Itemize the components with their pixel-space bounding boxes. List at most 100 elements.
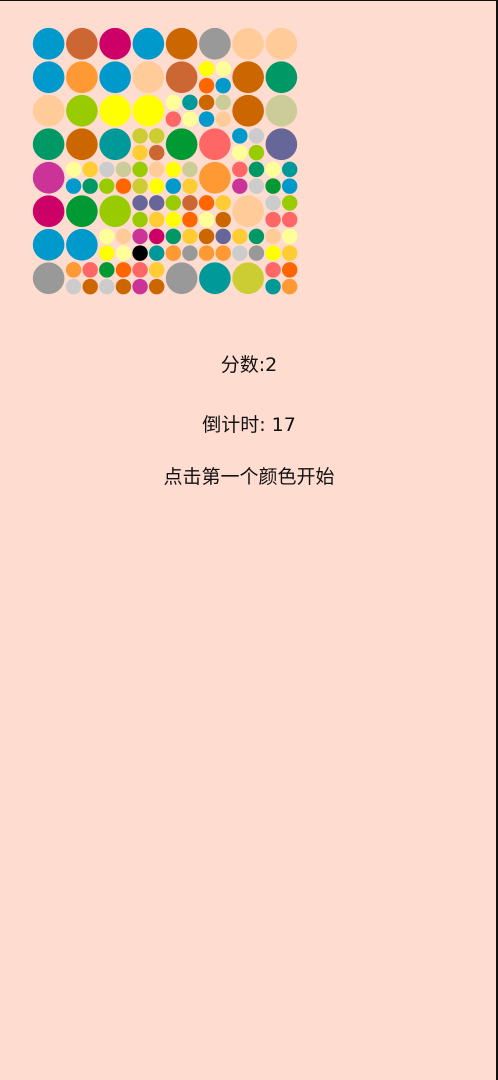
color-dot[interactable]	[32, 27, 65, 60]
color-dot[interactable]	[66, 228, 98, 261]
color-dot[interactable]	[265, 278, 281, 295]
color-dot[interactable]	[115, 228, 132, 245]
color-dot[interactable]	[66, 195, 98, 228]
color-dot[interactable]	[265, 211, 281, 228]
color-dot[interactable]	[66, 128, 98, 161]
color-dot[interactable]	[66, 94, 98, 127]
color-dot[interactable]	[99, 245, 115, 261]
color-dot[interactable]	[198, 228, 215, 245]
color-dot[interactable]	[65, 262, 82, 278]
color-dot[interactable]	[232, 161, 248, 178]
color-dot[interactable]	[32, 195, 65, 228]
color-dot[interactable]	[148, 128, 165, 144]
color-dot[interactable]	[248, 128, 265, 144]
color-dot[interactable]	[165, 27, 198, 60]
color-dot[interactable]	[132, 61, 165, 94]
color-dot[interactable]	[99, 228, 115, 245]
color-dot[interactable]	[265, 27, 298, 60]
color-dot[interactable]	[265, 245, 281, 261]
color-dot[interactable]	[132, 178, 148, 194]
color-dot[interactable]	[99, 195, 131, 228]
color-dot[interactable]	[165, 262, 198, 295]
color-dot[interactable]	[82, 278, 98, 295]
color-dot[interactable]	[82, 161, 98, 178]
color-dot[interactable]	[132, 94, 165, 127]
color-dot[interactable]	[265, 195, 281, 211]
color-dot[interactable]	[198, 77, 215, 94]
color-dot[interactable]	[165, 161, 182, 178]
color-dot[interactable]	[281, 211, 298, 228]
color-dot[interactable]	[199, 262, 231, 295]
color-dot[interactable]	[148, 245, 165, 261]
color-dot[interactable]	[182, 94, 198, 111]
color-dot[interactable]	[165, 211, 182, 228]
color-dot[interactable]	[148, 144, 165, 161]
color-dot[interactable]	[165, 94, 182, 111]
color-dot[interactable]	[165, 195, 182, 211]
color-dot[interactable]	[248, 178, 265, 194]
color-dot[interactable]	[232, 128, 248, 144]
color-dot[interactable]	[182, 211, 198, 228]
color-dot[interactable]	[115, 245, 132, 261]
color-dot[interactable]	[198, 211, 215, 228]
color-dot[interactable]	[265, 178, 281, 194]
color-dot[interactable]	[66, 61, 98, 94]
color-dot[interactable]	[215, 111, 231, 127]
color-dot[interactable]	[132, 228, 148, 245]
color-dot[interactable]	[232, 262, 264, 295]
color-dot[interactable]	[132, 144, 148, 161]
color-dot[interactable]	[99, 61, 131, 94]
color-dot[interactable]	[248, 228, 265, 245]
color-dot[interactable]	[165, 61, 198, 94]
color-dot[interactable]	[99, 278, 115, 295]
color-dot[interactable]	[281, 278, 298, 295]
color-dot[interactable]	[132, 161, 148, 178]
color-dot[interactable]	[215, 245, 231, 261]
color-dot[interactable]	[248, 144, 265, 161]
color-dot[interactable]	[232, 27, 264, 60]
color-dot[interactable]	[32, 262, 65, 295]
color-dot[interactable]	[232, 94, 264, 127]
color-dot[interactable]	[65, 278, 82, 295]
color-dot[interactable]	[198, 94, 215, 111]
color-dot[interactable]	[232, 195, 264, 228]
color-dot[interactable]	[165, 128, 198, 161]
color-dot[interactable]	[165, 111, 182, 127]
color-dot[interactable]	[82, 178, 98, 194]
color-dot[interactable]	[215, 211, 231, 228]
color-dot[interactable]	[232, 228, 248, 245]
color-dot[interactable]	[99, 27, 131, 60]
color-dot[interactable]	[115, 262, 132, 278]
color-dot[interactable]	[215, 228, 231, 245]
color-dot[interactable]	[132, 211, 148, 228]
color-dot[interactable]	[115, 161, 132, 178]
color-dot[interactable]	[215, 61, 231, 77]
color-dot[interactable]	[182, 111, 198, 127]
color-dot[interactable]	[132, 245, 148, 261]
color-dot[interactable]	[66, 27, 98, 60]
color-dot[interactable]	[99, 161, 115, 178]
color-dot[interactable]	[281, 195, 298, 211]
color-dot[interactable]	[32, 61, 65, 94]
color-dot[interactable]	[281, 262, 298, 278]
color-dot[interactable]	[199, 27, 231, 60]
color-dot[interactable]	[182, 245, 198, 261]
color-dot[interactable]	[99, 94, 131, 127]
color-dot[interactable]	[281, 178, 298, 194]
color-dot[interactable]	[148, 195, 165, 211]
color-dot[interactable]	[232, 178, 248, 194]
color-dot[interactable]	[148, 228, 165, 245]
color-dot[interactable]	[198, 61, 215, 77]
color-dot[interactable]	[132, 195, 148, 211]
color-dot[interactable]	[215, 77, 231, 94]
color-dot[interactable]	[132, 128, 148, 144]
color-dot[interactable]	[265, 128, 298, 161]
color-dot[interactable]	[32, 128, 65, 161]
color-dot[interactable]	[198, 111, 215, 127]
color-dot[interactable]	[248, 245, 265, 261]
color-dot[interactable]	[265, 94, 298, 127]
color-dot[interactable]	[99, 178, 115, 194]
color-dot[interactable]	[115, 278, 132, 295]
color-dot[interactable]	[182, 161, 198, 178]
color-dot[interactable]	[165, 228, 182, 245]
